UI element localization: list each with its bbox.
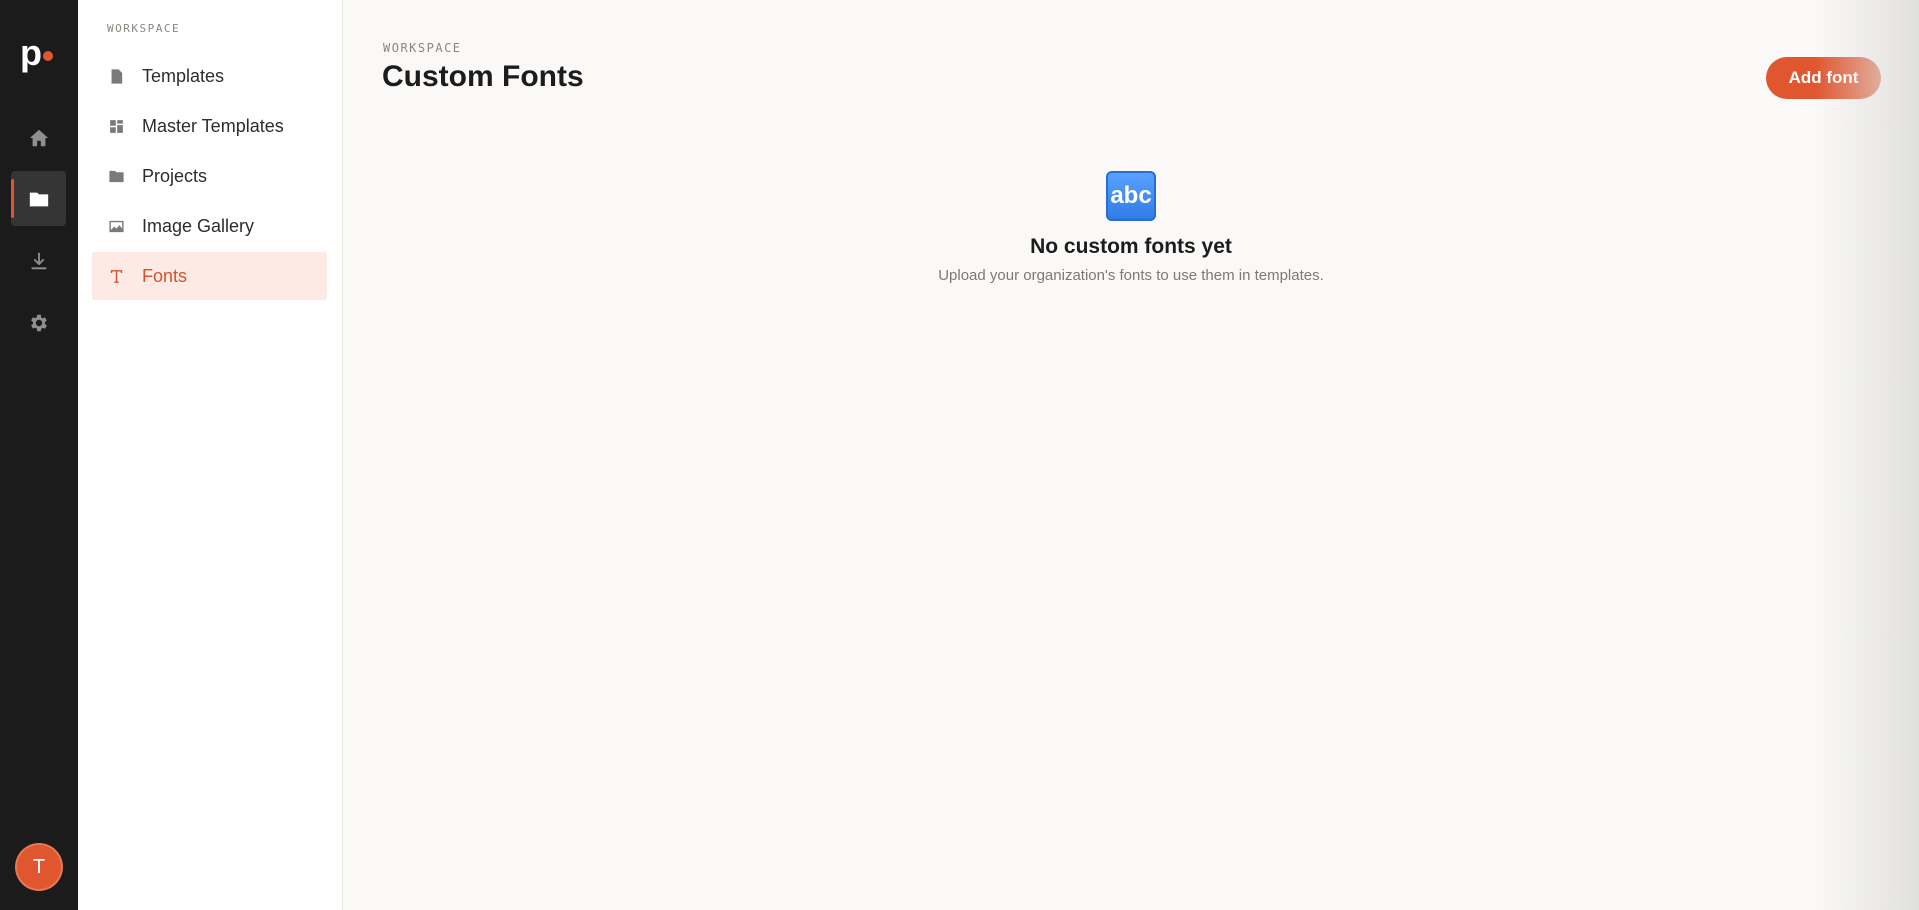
- rail-downloads-button[interactable]: [11, 233, 66, 288]
- page-eyebrow: WORKSPACE: [383, 41, 462, 55]
- add-font-button[interactable]: Add font: [1766, 57, 1881, 99]
- rail-settings-button[interactable]: [11, 295, 66, 350]
- sidebar-item-templates[interactable]: Templates: [92, 52, 327, 100]
- font-icon: [110, 269, 123, 283]
- download-icon: [31, 252, 46, 269]
- avatar-initial: T: [32, 855, 46, 878]
- app-logo[interactable]: p: [20, 35, 60, 72]
- image-icon: [109, 220, 124, 232]
- gear-icon: [30, 314, 47, 331]
- sidebar-item-label: Image Gallery: [142, 215, 255, 236]
- sidebar-item-master-templates[interactable]: Master Templates: [92, 102, 327, 150]
- sidebar-item-label: Templates: [142, 65, 225, 86]
- workspace-sidebar: WORKSPACE Templates Master Templates Pro…: [78, 0, 343, 910]
- home-icon: [29, 129, 48, 146]
- folder-icon: [29, 192, 48, 206]
- sidebar-item-image-gallery[interactable]: Image Gallery: [92, 202, 327, 250]
- rail-home-button[interactable]: [11, 110, 66, 165]
- sidebar-item-label: Projects: [142, 165, 208, 186]
- empty-state-title: No custom fonts yet: [1030, 235, 1232, 258]
- empty-icon-text: abc: [1110, 182, 1152, 209]
- user-avatar[interactable]: T: [15, 843, 63, 891]
- sidebar-item-label: Master Templates: [142, 115, 284, 136]
- rail-workspace-button[interactable]: [11, 171, 66, 226]
- icon-rail: p T: [0, 0, 78, 910]
- folder-icon: [109, 170, 124, 182]
- sidebar-item-fonts[interactable]: Fonts: [92, 252, 327, 300]
- sidebar-item-label: Fonts: [142, 265, 188, 286]
- page-title: Custom Fonts: [382, 60, 584, 93]
- logo-letter: p: [20, 32, 42, 73]
- logo-dot: [43, 51, 53, 61]
- empty-state-subtitle: Upload your organization's fonts to use …: [938, 267, 1324, 284]
- sidebar-heading: WORKSPACE: [107, 22, 181, 35]
- main-content: WORKSPACE Custom Fonts Add font abc No c…: [343, 0, 1919, 910]
- grid-icon: [110, 119, 123, 133]
- abc-icon: abc: [1106, 171, 1156, 221]
- document-icon: [111, 68, 123, 84]
- sidebar-item-projects[interactable]: Projects: [92, 152, 327, 200]
